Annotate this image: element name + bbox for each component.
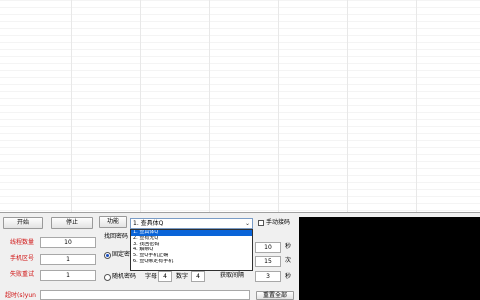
random-password-radio[interactable] (104, 274, 111, 281)
digits-input[interactable]: 4 (191, 271, 205, 282)
start-button[interactable]: 开始 (3, 217, 43, 229)
mode-option[interactable]: 6. 查Q绑定有手机 (131, 259, 252, 265)
digits-label: 数字 (176, 273, 189, 280)
fail-retry-label: 失败重试 (10, 271, 35, 278)
timeout-label: 超时(s)yun (5, 292, 36, 299)
timeout-input[interactable] (40, 290, 250, 300)
unit-seconds-label: 秒 (285, 243, 292, 250)
mode-select-value: 1. 查具体Q (133, 220, 164, 227)
unit-seconds-label: 秒 (285, 273, 292, 280)
mode-dropdown-list[interactable]: 1. 查具体Q 2. 查有无Q 3. 找回密码 4. 解绑Q 5. 查Q手机正确… (130, 229, 253, 271)
thread-count-label: 线程数量 (10, 239, 35, 246)
random-password-label: 随机密码 (112, 273, 137, 280)
unit-times-label: 次 (285, 257, 292, 264)
reset-all-button[interactable]: 重置全部 (256, 291, 294, 300)
thread-count-input[interactable]: 10 (40, 237, 96, 248)
results-grid[interactable] (0, 0, 480, 213)
fetch-interval-label: 获取间隔 (220, 272, 245, 279)
mode-select[interactable]: 1. 查具体Q ⌄ (130, 218, 253, 229)
letters-input[interactable]: 4 (158, 271, 172, 282)
manual-captcha-checkbox[interactable] (258, 220, 264, 226)
fixed-password-radio[interactable] (104, 252, 111, 259)
interval-input-2[interactable]: 15 (255, 256, 281, 267)
interval-input-1[interactable]: 10 (255, 242, 281, 253)
fetch-interval-input[interactable]: 3 (255, 271, 281, 282)
letters-label: 字母 (145, 273, 158, 280)
fixed-password-label: 固定密 (112, 251, 131, 258)
fail-retry-input[interactable]: 1 (40, 270, 96, 281)
log-panel (299, 217, 480, 300)
manual-captcha-label: 手动接码 (266, 219, 291, 226)
retrieve-password-label: 找回密码 (104, 233, 129, 240)
stop-button[interactable]: 停止 (51, 217, 93, 229)
phone-area-label: 手机区号 (10, 255, 35, 262)
function-button[interactable]: 功能 (99, 216, 127, 228)
phone-area-input[interactable]: 1 (40, 254, 96, 265)
chevron-down-icon: ⌄ (244, 220, 250, 227)
